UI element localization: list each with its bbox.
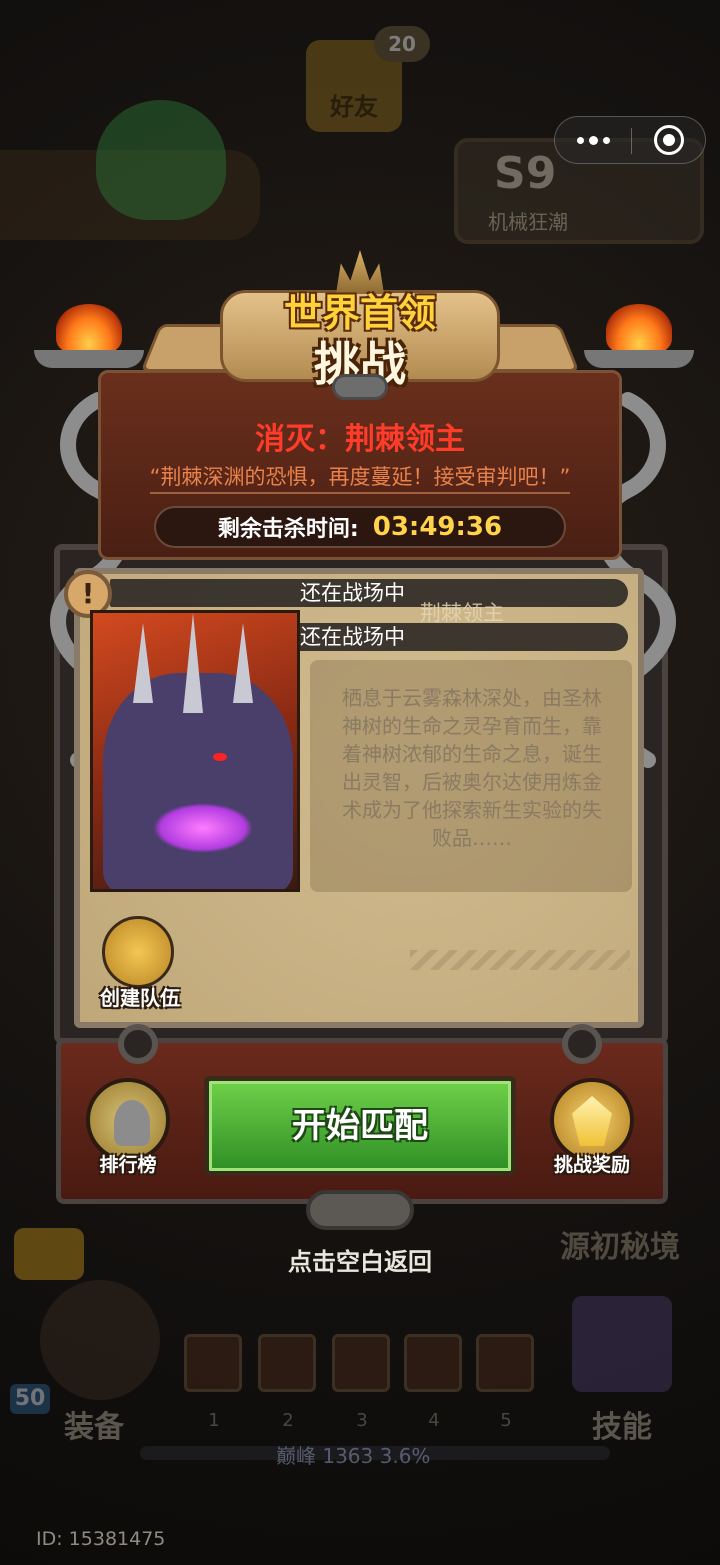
skill-slot-2[interactable]: [258, 1334, 316, 1392]
slot-number: 3: [356, 1410, 368, 1431]
start-match-label: 开始匹配: [292, 1106, 428, 1146]
skill-book-icon[interactable]: [572, 1296, 672, 1392]
leaderboard-button[interactable]: 排行榜: [82, 1078, 174, 1178]
more-menu-button[interactable]: [555, 117, 631, 163]
skills-label[interactable]: 技能: [592, 1402, 652, 1446]
target-close-icon: [653, 125, 684, 155]
timer-value: 03:49:36: [372, 512, 503, 542]
start-match-button[interactable]: 开始匹配: [204, 1076, 516, 1176]
boss-description: 栖息于云雾森林深处，由圣林神树的生命之灵孕育而生，靠着神树浓郁的生命之息，诞生出…: [342, 686, 602, 850]
battle-status-bar: 还在战场中: [110, 579, 628, 607]
helmet-icon: [114, 1100, 150, 1146]
background-character: [96, 100, 226, 220]
boss-horn: [233, 623, 253, 703]
brazier-bowl: [584, 350, 694, 368]
friends-button[interactable]: 20 好友: [306, 26, 430, 132]
target-name: 荆棘领主: [345, 422, 465, 457]
bottom-ornament: [306, 1190, 414, 1230]
challenge-reward-label: 挑战奖励: [553, 1154, 630, 1176]
close-miniprogram-button[interactable]: [632, 117, 705, 163]
skill-slot-4[interactable]: [404, 1334, 462, 1392]
slot-number: 5: [500, 1410, 512, 1431]
battle-status-text: 还在战场中: [300, 581, 405, 605]
parchment-pattern: [410, 950, 630, 970]
fire-icon: [606, 304, 672, 354]
boss-glow: [153, 803, 253, 853]
slot-number: 4: [428, 1410, 440, 1431]
boss-horn: [183, 613, 203, 713]
user-id: ID: 15381475: [36, 1528, 166, 1550]
boss-description-box: 栖息于云雾森林深处，由圣林神树的生命之灵孕育而生，靠着神树浓郁的生命之息，诞生出…: [310, 660, 632, 892]
boss-quote: “荆棘深渊的恐惧，再度蔓延！接受审判吧！”: [149, 465, 571, 489]
skill-slot-1[interactable]: [184, 1334, 242, 1392]
tap-to-close-hint[interactable]: 点击空白返回: [0, 1242, 720, 1277]
skill-slot-5[interactable]: [476, 1334, 534, 1392]
more-dot-icon: [588, 135, 598, 145]
boss-portrait: [90, 610, 300, 892]
kill-timer: 剩余击杀时间: 03:49:36: [154, 506, 566, 548]
frame-ornament: [118, 1024, 158, 1064]
frame-ornament: [562, 1024, 602, 1064]
slot-number: 1: [208, 1410, 220, 1431]
skill-slot-3[interactable]: [332, 1334, 390, 1392]
boss-eye: [213, 753, 227, 761]
target-line: 消灭：荆棘领主: [0, 414, 720, 458]
create-team-label: 创建队伍: [100, 986, 180, 1010]
create-team-button[interactable]: 创建队伍: [90, 912, 190, 1012]
season-code: S9: [494, 148, 557, 199]
level-badge: 50: [10, 1384, 50, 1414]
brazier-bowl: [34, 350, 144, 368]
friends-label: 好友: [330, 93, 378, 121]
more-dot-icon: [576, 136, 584, 144]
star-icon: [572, 1096, 612, 1146]
slot-number: 2: [282, 1410, 294, 1431]
quote-divider: [150, 492, 570, 494]
target-label: 消灭：: [255, 422, 345, 457]
boss-horn: [133, 623, 153, 703]
miniprogram-capsule: [554, 116, 706, 164]
banner-ornament: [332, 374, 388, 400]
season-name: 机械狂潮: [488, 210, 568, 234]
flag-icon: [102, 916, 174, 988]
equipment-character[interactable]: [40, 1280, 160, 1400]
title-banner: 世界首领 挑战: [140, 250, 580, 400]
battle-status-text: 还在战场中: [300, 625, 405, 649]
timer-label: 剩余击杀时间:: [217, 517, 359, 542]
challenge-reward-button[interactable]: 挑战奖励: [546, 1078, 638, 1178]
friends-badge: 20: [374, 26, 430, 62]
equipment-label[interactable]: 装备: [64, 1402, 124, 1446]
fire-icon: [56, 304, 122, 354]
more-dot-icon: [602, 136, 610, 144]
leaderboard-label: 排行榜: [99, 1154, 157, 1176]
peak-progress-text: 巅峰 1363 3.6%: [276, 1444, 431, 1468]
